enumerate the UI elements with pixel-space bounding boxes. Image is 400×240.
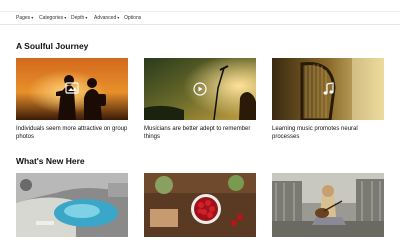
article-thumbnail[interactable] (272, 173, 384, 237)
nav-item-pages[interactable]: Pages▾ (16, 13, 33, 23)
nav-item-label: Depth (71, 15, 85, 21)
article-card[interactable] (16, 173, 128, 237)
cherries-bowl-photo (144, 173, 256, 237)
article-caption[interactable]: Musicians are better adept to remember t… (144, 125, 256, 141)
article-thumbnail[interactable] (16, 173, 128, 237)
guitar-girl-photo (272, 173, 384, 237)
article-card[interactable] (272, 173, 384, 237)
nav-item-label: Advanced (94, 15, 117, 21)
article-thumbnail[interactable] (272, 58, 384, 120)
chevron-down-icon: ▾ (85, 15, 88, 20)
article-thumbnail[interactable] (16, 58, 128, 120)
image-icon (65, 82, 79, 94)
nav-item-depth[interactable]: Depth▾ (71, 13, 87, 23)
nav-item-label: Options (124, 15, 142, 21)
chevron-down-icon: ▾ (117, 15, 120, 20)
chevron-down-icon: ▾ (64, 15, 67, 20)
top-bar (0, 0, 400, 8)
article-thumbnail[interactable] (144, 173, 256, 237)
chevron-down-icon: ▾ (31, 15, 34, 20)
music-note-icon (323, 82, 334, 95)
article-card[interactable] (144, 173, 256, 237)
section-title-soulful-journey: A Soulful Journey (16, 41, 89, 51)
article-caption[interactable]: Learning music promotes neural processes (272, 125, 384, 141)
nav-item-options[interactable]: Options (124, 13, 141, 23)
category-navbar: Pages▾ Categories▾ Depth▾ Advanced▾ Opti… (0, 11, 400, 25)
section-title-whats-new: What's New Here (16, 156, 85, 166)
article-thumbnail[interactable] (144, 58, 256, 120)
resort-pool-photo (16, 173, 128, 237)
play-icon[interactable] (193, 82, 207, 96)
article-caption[interactable]: Individuals seem more attractive on grou… (16, 125, 128, 141)
nav-item-label: Categories (39, 15, 64, 21)
nav-item-categories[interactable]: Categories▾ (39, 13, 66, 23)
nav-item-label: Pages (16, 15, 31, 21)
nav-item-advanced[interactable]: Advanced▾ (94, 13, 119, 23)
